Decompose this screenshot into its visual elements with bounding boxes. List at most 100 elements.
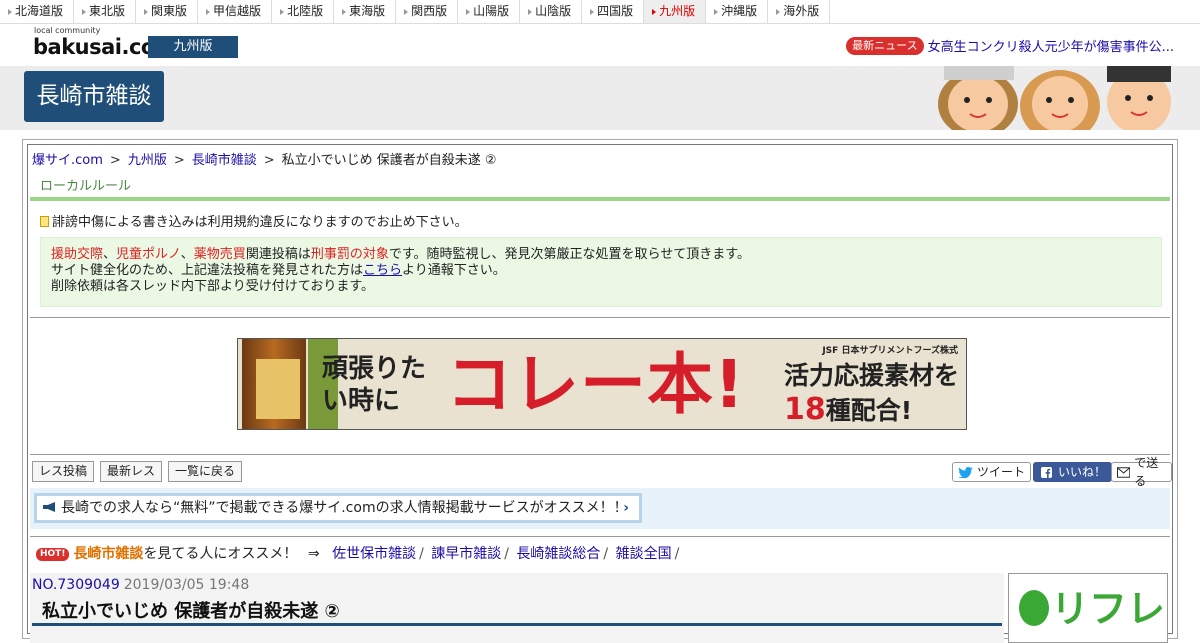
- back-to-list-button[interactable]: 一覧に戻る: [168, 461, 243, 482]
- recommended-boards: HOT! 長崎市雑談を見てる人にオススメ！ ⇒ 佐世保市雑談 / 諫早市雑談 / 長崎…: [36, 543, 680, 563]
- triangle-icon: [82, 8, 87, 15]
- breadcrumb-site-link[interactable]: 爆サイ.com: [32, 153, 103, 168]
- region-label: 海外版: [783, 4, 820, 18]
- triangle-icon: [466, 8, 471, 15]
- region-tab-kansai[interactable]: 関西版: [396, 0, 459, 23]
- notice-term: 援助交際: [51, 247, 104, 262]
- side-ad-brand: リフレ: [1051, 587, 1166, 631]
- slash: /: [419, 546, 424, 562]
- ad-text-3a: 活力応援素材を: [784, 361, 960, 390]
- send-mail-button[interactable]: で送る: [1111, 456, 1172, 488]
- slash: /: [674, 546, 680, 562]
- ad-banner[interactable]: 頑張りたい時に コレー本! JSF 日本サプリメントフーズ株式 活力応援素材を 1…: [237, 338, 967, 430]
- tweet-label: ツイート: [977, 465, 1026, 479]
- post-number[interactable]: NO.7309049: [32, 577, 120, 593]
- local-rule-divider: [30, 197, 1170, 201]
- region-tab-tokai[interactable]: 東海版: [334, 0, 397, 23]
- notice-comma: 、: [180, 247, 194, 262]
- region-tab-okinawa[interactable]: 沖縄版: [706, 0, 769, 23]
- thread-header: NO.7309049 2019/03/05 19:48 私立小でいじめ 保護者が自…: [30, 573, 1004, 643]
- board-banner: 長崎市雑談: [0, 66, 1200, 130]
- ad-brand: JSF 日本サプリメントフーズ株式: [822, 346, 958, 356]
- triangle-icon: [714, 8, 719, 15]
- notice-term: 刑事罰の対象: [310, 247, 389, 262]
- hot-suffix: を見てる人にオススメ！: [143, 546, 298, 562]
- tweet-button[interactable]: ツイート: [952, 462, 1032, 482]
- region-tab-hokuriku[interactable]: 北陸版: [272, 0, 335, 23]
- current-board-name[interactable]: 長崎市雑談: [73, 546, 143, 562]
- post-meta: NO.7309049 2019/03/05 19:48: [32, 577, 249, 593]
- latest-replies-button[interactable]: 最新レス: [100, 461, 163, 482]
- site-header: local community bakusai.com 九州版 最新ニュース 女…: [0, 24, 1200, 66]
- breadcrumb-separator: >: [109, 153, 121, 168]
- region-label: 関西版: [411, 4, 448, 18]
- notice-text: 関連投稿は: [245, 247, 311, 262]
- notice-text: サイト健全化のため、上記違法投稿を発見された方は: [51, 263, 364, 278]
- notice-line-2: サイト健全化のため、上記違法投稿を発見された方はこちらより通報下さい。: [51, 263, 1151, 279]
- mascot-characters-illustration: [938, 66, 1171, 130]
- rule-warning-text: 誹謗中傷による書き込みは利用規約違反になりますのでお止め下さい。: [52, 215, 468, 230]
- region-tab-hokkaido[interactable]: 北海道版: [0, 0, 75, 23]
- rule-warning: 誹謗中傷による書き込みは利用規約違反になりますのでお止め下さい。: [40, 211, 468, 230]
- breadcrumb-board-link[interactable]: 長崎市雑談: [192, 153, 257, 168]
- chevron-right-icon: ›: [623, 500, 629, 516]
- breadcrumb-region-link[interactable]: 九州版: [128, 153, 167, 168]
- rec-board-isahaya[interactable]: 諫早市雑談: [431, 546, 501, 562]
- slash: /: [504, 546, 509, 562]
- notice-comma: 、: [103, 247, 117, 262]
- report-link[interactable]: こちら: [363, 263, 402, 278]
- mail-icon: [1117, 466, 1131, 478]
- region-label: 山陰版: [535, 4, 572, 18]
- triangle-icon: [528, 8, 533, 15]
- region-label: 沖縄版: [721, 4, 758, 18]
- triangle-icon: [280, 8, 285, 15]
- notice-line-3: 削除依頼は各スレッド内下部より受け付けております。: [51, 279, 375, 294]
- region-label: 東海版: [349, 4, 386, 18]
- side-ad-banner[interactable]: リフレ: [1008, 573, 1168, 643]
- side-ad-logo: リフレ: [1019, 578, 1165, 633]
- region-label: 北陸版: [287, 4, 324, 18]
- reply-post-button[interactable]: レス投稿: [32, 461, 95, 482]
- region-tab-kyushu[interactable]: 九州版: [644, 0, 707, 23]
- region-tab-koshinetsu[interactable]: 甲信越版: [198, 0, 273, 23]
- region-tab-shikoku[interactable]: 四国版: [582, 0, 645, 23]
- notice-text: より通報下さい。: [402, 263, 506, 278]
- divider: [30, 454, 1170, 455]
- region-tab-kanto[interactable]: 関東版: [136, 0, 199, 23]
- ad-text-2: コレー本!: [446, 346, 746, 423]
- region-label: 四国版: [597, 4, 634, 18]
- news-headline-link[interactable]: 女高生コンクリ殺人元少年が傷害事件公...: [928, 36, 1174, 55]
- region-badge: 九州版: [148, 36, 238, 58]
- breadcrumb-separator: >: [173, 153, 185, 168]
- region-label: 北海道版: [15, 4, 64, 18]
- region-tab-overseas[interactable]: 海外版: [768, 0, 831, 23]
- region-label: 東北版: [89, 4, 126, 18]
- latest-news: 最新ニュース 女高生コンクリ殺人元少年が傷害事件公...: [846, 36, 1174, 55]
- illegal-post-notice: 援助交際、児童ポルノ、薬物売買関連投稿は刑事罰の対象です。随時監視し、発見次第厳…: [40, 237, 1162, 307]
- region-tab-sanyo[interactable]: 山陽版: [458, 0, 521, 23]
- breadcrumb: 爆サイ.com > 九州版 > 長崎市雑談 > 私立小でいじめ 保護者が自殺未遂 ②: [32, 149, 497, 168]
- news-badge: 最新ニュース: [846, 36, 924, 55]
- board-title[interactable]: 長崎市雑談: [24, 71, 164, 122]
- post-date: 2019/03/05 19:48: [123, 577, 250, 593]
- triangle-icon: [144, 8, 149, 15]
- rec-board-sasebo[interactable]: 佐世保市雑談: [332, 546, 416, 562]
- job-promo-link[interactable]: 長崎での求人なら“無料”で掲載できる爆サイ.comの求人情報掲載サービスがオスス…: [34, 493, 642, 523]
- region-tab-tohoku[interactable]: 東北版: [74, 0, 137, 23]
- notice-term: 薬物売買: [193, 247, 246, 262]
- logo-tagline: local community: [34, 26, 101, 35]
- facebook-like-button[interactable]: いいね！: [1033, 462, 1113, 482]
- rec-board-national[interactable]: 雑談全国: [616, 546, 672, 562]
- triangle-icon: [652, 8, 657, 15]
- ad-bottle-label: [256, 359, 300, 419]
- hot-badge: HOT!: [36, 548, 70, 561]
- rec-board-nagasaki-general[interactable]: 長崎雑談総合: [516, 546, 600, 562]
- facebook-icon: [1041, 466, 1052, 478]
- ad-text-3: 活力応援素材を 18種配合!: [784, 359, 959, 428]
- thread-title-underline: [32, 623, 1002, 626]
- notice-text: です。随時監視し、発見次第厳正な処置を取らせて頂きます。: [388, 247, 750, 262]
- triangle-icon: [404, 8, 409, 15]
- ad-text-3b: 種配合!: [825, 396, 913, 425]
- region-tab-sanin[interactable]: 山陰版: [520, 0, 583, 23]
- notice-term: 児童ポルノ: [116, 247, 181, 262]
